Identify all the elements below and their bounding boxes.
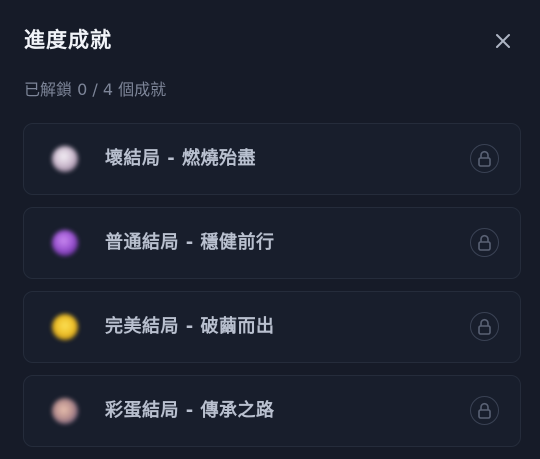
achievements-dialog: 進度成就 已解鎖 0 / 4 個成就 壞結局 - 燃燒殆盡 普通結局 - 穩健前… (0, 0, 540, 447)
star-icon (52, 314, 78, 340)
scroll-icon (52, 398, 78, 424)
achievement-label: 壞結局 - 燃燒殆盡 (105, 148, 257, 169)
lock-icon (478, 150, 491, 167)
achievement-list: 壞結局 - 燃燒殆盡 普通結局 - 穩健前行 完美結局 - 破繭而出 彩蛋結局 … (23, 123, 521, 459)
achievement-item-perfect-ending: 完美結局 - 破繭而出 (23, 291, 521, 363)
skull-icon (52, 146, 78, 172)
achievement-label: 普通結局 - 穩健前行 (105, 232, 275, 253)
achievement-item-easter-egg-ending: 彩蛋結局 - 傳承之路 (23, 375, 521, 447)
lock-badge (470, 312, 499, 341)
lock-icon (478, 318, 491, 335)
lock-badge (470, 396, 499, 425)
lock-badge (470, 144, 499, 173)
close-button[interactable] (490, 28, 516, 54)
lock-badge (470, 228, 499, 257)
lock-icon (478, 234, 491, 251)
achievement-item-normal-ending: 普通結局 - 穩健前行 (23, 207, 521, 279)
dialog-title: 進度成就 (24, 28, 112, 52)
close-icon (496, 34, 510, 48)
lock-icon (478, 402, 491, 419)
unlock-progress: 已解鎖 0 / 4 個成就 (24, 80, 167, 99)
achievement-label: 彩蛋結局 - 傳承之路 (105, 400, 275, 421)
achievement-label: 完美結局 - 破繭而出 (105, 316, 275, 337)
achievement-item-bad-ending: 壞結局 - 燃燒殆盡 (23, 123, 521, 195)
purple-orb-icon (52, 230, 78, 256)
